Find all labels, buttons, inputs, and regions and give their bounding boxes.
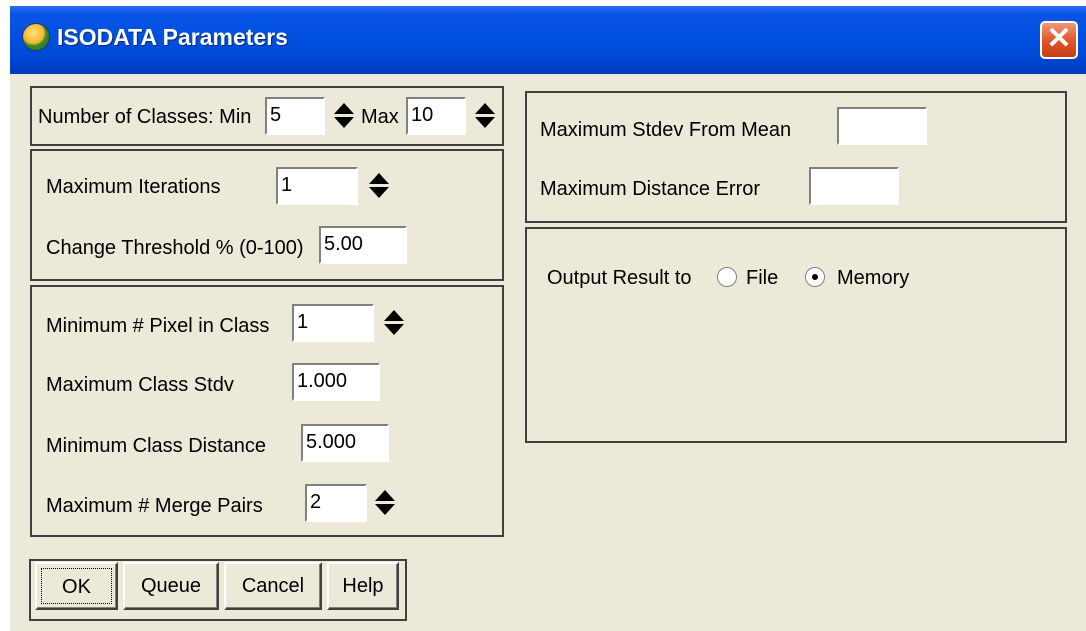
merge-pairs-input[interactable]: 2 xyxy=(305,484,367,522)
close-button[interactable]: ✕ xyxy=(1040,21,1078,59)
spin-down-icon xyxy=(369,187,389,198)
spin-up-icon xyxy=(384,310,404,321)
stdev-mean-input[interactable] xyxy=(837,107,927,145)
output-memory-radio[interactable] xyxy=(805,267,825,287)
class-constraints-group: Minimum # Pixel in Class 1 Maximum Class… xyxy=(30,285,504,537)
iterations-input[interactable]: 1 xyxy=(276,167,358,205)
classes-min-input[interactable]: 5 xyxy=(265,97,325,135)
output-file-radio[interactable] xyxy=(717,267,737,287)
spin-up-icon xyxy=(369,173,389,184)
isodata-dialog: ISODATA Parameters ✕ Number of Classes: … xyxy=(10,6,1086,631)
spin-down-icon xyxy=(384,324,404,335)
iterations-label: Maximum Iterations xyxy=(46,176,221,198)
min-dist-label: Minimum Class Distance xyxy=(46,435,267,457)
window-title: ISODATA Parameters xyxy=(57,24,288,50)
stdev-group: Maximum Stdev From Mean Maximum Distance… xyxy=(525,91,1067,223)
classes-max-label: Max xyxy=(361,106,399,128)
iteration-group: Maximum Iterations 1 Change Threshold % … xyxy=(30,149,504,281)
queue-button[interactable]: Queue xyxy=(123,562,219,610)
classes-max-spinner[interactable] xyxy=(475,103,495,129)
close-icon: ✕ xyxy=(1046,22,1072,55)
min-pixel-input[interactable]: 1 xyxy=(292,304,374,342)
spin-up-icon xyxy=(375,490,395,501)
stdev-mean-label: Maximum Stdev From Mean xyxy=(540,119,792,141)
help-button[interactable]: Help xyxy=(327,562,399,610)
help-button-label: Help xyxy=(342,575,384,597)
radio-selected-dot xyxy=(812,274,818,280)
app-globe-icon xyxy=(22,23,50,51)
min-pixel-label: Minimum # Pixel in Class xyxy=(46,315,270,337)
spin-down-icon xyxy=(475,117,495,128)
dist-error-input[interactable] xyxy=(809,167,899,205)
spin-down-icon xyxy=(334,117,354,128)
dist-error-label: Maximum Distance Error xyxy=(540,178,761,200)
output-label: Output Result to xyxy=(547,267,692,289)
min-dist-input[interactable]: 5.000 xyxy=(301,424,389,462)
ok-button[interactable]: OK xyxy=(35,562,118,610)
queue-button-label: Queue xyxy=(140,575,202,597)
cancel-button[interactable]: Cancel xyxy=(224,562,322,610)
spin-down-icon xyxy=(375,504,395,515)
title-bar[interactable]: ISODATA Parameters ✕ xyxy=(10,6,1086,74)
cancel-button-label: Cancel xyxy=(241,575,305,597)
spin-up-icon xyxy=(475,103,495,114)
merge-pairs-label: Maximum # Merge Pairs xyxy=(46,495,263,517)
ok-button-label: OK xyxy=(41,568,112,604)
max-stdv-label: Maximum Class Stdv xyxy=(46,374,234,396)
classes-min-spinner[interactable] xyxy=(334,103,354,129)
spin-up-icon xyxy=(334,103,354,114)
output-memory-label[interactable]: Memory xyxy=(837,267,909,290)
max-stdv-input[interactable]: 1.000 xyxy=(292,363,380,401)
classes-label: Number of Classes: Min xyxy=(38,106,252,128)
output-group: Output Result to File Memory xyxy=(525,227,1067,443)
iterations-spinner[interactable] xyxy=(369,173,389,199)
classes-max-input[interactable]: 10 xyxy=(406,97,466,135)
classes-group: Number of Classes: Min 5 Max 10 xyxy=(30,86,504,146)
threshold-label: Change Threshold % (0-100) xyxy=(46,237,304,259)
output-file-label[interactable]: File xyxy=(746,267,778,290)
min-pixel-spinner[interactable] xyxy=(384,310,404,336)
merge-pairs-spinner[interactable] xyxy=(375,490,395,516)
threshold-input[interactable]: 5.00 xyxy=(319,226,407,264)
